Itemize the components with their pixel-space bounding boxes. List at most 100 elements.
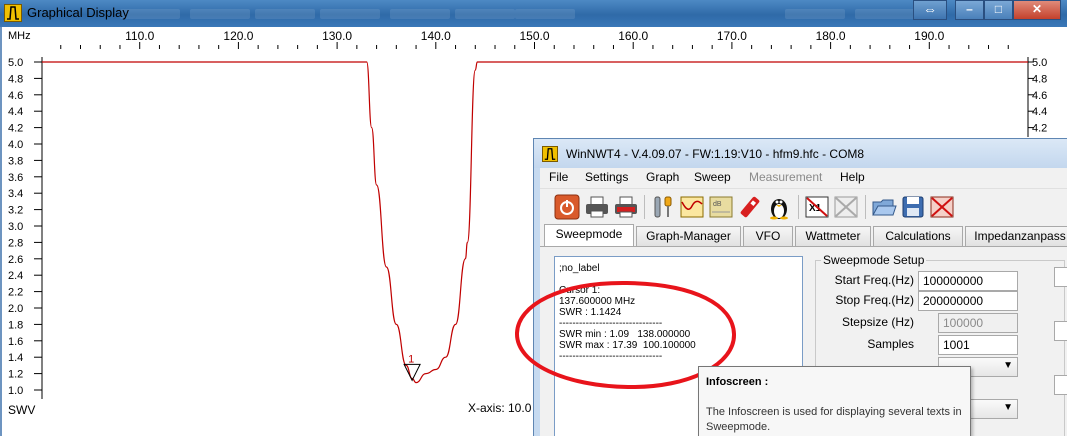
y-tick-label: 4.8 (8, 73, 23, 85)
sweepmode-setup-title: Sweepmode Setup (821, 253, 927, 267)
y-tick-label-right: 5.0 (1032, 57, 1047, 69)
graph-window-title: Graphical Display (27, 5, 129, 20)
info-line: SWR min : 1.09 138.000000 (559, 329, 691, 340)
toolbar-separator (798, 195, 799, 219)
y-tick-label: 2.2 (8, 287, 23, 299)
y-tick-label-right: 4.4 (1032, 106, 1047, 118)
printer-pdf-icon[interactable] (613, 194, 639, 220)
y-tick-label: 3.6 (8, 172, 23, 184)
calibrate-x1-icon[interactable]: X1 (804, 194, 830, 220)
dock-toggle-button[interactable]: ⇔ (913, 0, 947, 20)
background-taskbar-ghost (120, 9, 180, 19)
y-tick-label: 2.8 (8, 237, 23, 249)
y-tick-label: 5.0 (8, 57, 23, 69)
y-tick-label: 3.2 (8, 205, 23, 217)
samples-input[interactable] (938, 335, 1018, 355)
y-tick-label-right: 4.6 (1032, 90, 1047, 102)
x-tick-label: 170.0 (717, 29, 747, 43)
stop-freq-label: Stop Freq.(Hz) (835, 293, 914, 307)
graph-window-titlebar[interactable]: Graphical Display ⇔ – □ ✕ (0, 0, 1067, 27)
y-tick-label: 3.8 (8, 155, 23, 167)
x-tick-label: 110.0 (125, 29, 154, 43)
chevron-down-icon: ▼ (1003, 360, 1013, 371)
menu-settings[interactable]: Settings (585, 170, 628, 184)
info-line: Cursor 1: (559, 285, 601, 296)
side-field[interactable] (1054, 375, 1067, 395)
info-line (559, 274, 802, 285)
y-tick-label: 1.4 (8, 352, 23, 364)
y-tick-label-right: 4.8 (1032, 73, 1047, 85)
menu-measurement[interactable]: Measurement (749, 170, 822, 184)
power-icon[interactable] (554, 194, 580, 220)
info-line: 137.600000 MHz (559, 296, 636, 307)
toolbar-separator (865, 195, 866, 219)
maximize-button[interactable]: □ (984, 0, 1013, 20)
side-field[interactable] (1054, 267, 1067, 287)
tab-graph-manager[interactable]: Graph-Manager (636, 226, 741, 246)
x-tick-label: 120.0 (223, 29, 253, 43)
stop-freq-input[interactable] (918, 291, 1018, 311)
linux-penguin-icon[interactable] (766, 194, 792, 220)
y-tick-label: 1.2 (8, 369, 23, 381)
toolbar: dB X1 (540, 188, 1067, 226)
svg-text:dB: dB (713, 201, 722, 208)
close-button[interactable]: ✕ (1013, 0, 1061, 20)
cursor-label: 1 (408, 353, 414, 365)
info-line: ------------------------------- (559, 318, 663, 329)
y-tick-label: 2.4 (8, 270, 23, 282)
app-icon[interactable] (542, 146, 558, 162)
app-icon[interactable] (4, 4, 22, 22)
background-taskbar-ghost (190, 9, 250, 19)
y-tick-label: 1.8 (8, 319, 23, 331)
y-tick-label: 4.6 (8, 90, 23, 102)
y-tick-label: 1.6 (8, 336, 23, 348)
tab-sweepmode[interactable]: Sweepmode (544, 224, 634, 246)
stepsize-input (938, 313, 1018, 333)
x-tick-label: 160.0 (618, 29, 648, 43)
menu-file[interactable]: File (549, 170, 568, 184)
y-tick-label: 4.4 (8, 106, 23, 118)
y-tick-label: 2.6 (8, 254, 23, 266)
tab-impedanzanpass[interactable]: Impedanzanpass (965, 226, 1067, 246)
background-taskbar-ghost (255, 9, 315, 19)
y-tick-label: 4.2 (8, 123, 23, 135)
x-tick-label: 140.0 (421, 29, 451, 43)
info-line: ------------------------------- (559, 351, 663, 362)
sweep-graph-icon[interactable] (679, 194, 705, 220)
stepsize-label: Stepsize (Hz) (841, 315, 914, 329)
side-field[interactable] (1054, 321, 1067, 341)
tooltip-title: Infoscreen : (706, 376, 769, 388)
open-folder-icon[interactable] (871, 194, 897, 220)
background-taskbar-ghost (320, 9, 380, 19)
calibrate-disabled-icon[interactable] (833, 194, 859, 220)
delete-sweep-icon[interactable] (929, 194, 955, 220)
background-taskbar-ghost (515, 9, 575, 19)
y-tick-label: 4.0 (8, 139, 23, 151)
chevron-down-icon: ▼ (1003, 402, 1013, 413)
save-icon[interactable] (900, 194, 926, 220)
tools-icon[interactable] (650, 194, 676, 220)
menu-sweep[interactable]: Sweep (694, 170, 731, 184)
minimize-button[interactable]: – (955, 0, 984, 20)
samples-label: Samples (867, 337, 914, 351)
y-tick-label: 2.0 (8, 303, 23, 315)
menu-graph[interactable]: Graph (646, 170, 679, 184)
background-taskbar-ghost (855, 9, 915, 19)
start-freq-input[interactable] (918, 271, 1018, 291)
start-freq-label: Start Freq.(Hz) (834, 273, 914, 287)
y-tick-label: 3.0 (8, 221, 23, 233)
y-tick-label-right: 4.2 (1032, 123, 1047, 135)
info-line: ;no_label (559, 263, 600, 274)
tab-vfo[interactable]: VFO (743, 226, 793, 246)
probe-icon[interactable] (737, 194, 763, 220)
printer-icon[interactable] (584, 194, 610, 220)
menu-bar: File Settings Graph Sweep Measurement He… (540, 168, 1067, 188)
db-graph-icon[interactable]: dB (708, 194, 734, 220)
background-taskbar-ghost (785, 9, 845, 19)
winnwt4-titlebar[interactable]: WinNWT4 - V.4.09.07 - FW:1.19:V10 - hfm9… (534, 139, 1067, 168)
infoscreen-tooltip: Infoscreen : The Infoscreen is used for … (698, 366, 971, 436)
menu-help[interactable]: Help (840, 170, 865, 184)
y-tick-label: 1.0 (8, 385, 23, 397)
tab-wattmeter[interactable]: Wattmeter (795, 226, 871, 246)
tab-calculations[interactable]: Calculations (873, 226, 963, 246)
